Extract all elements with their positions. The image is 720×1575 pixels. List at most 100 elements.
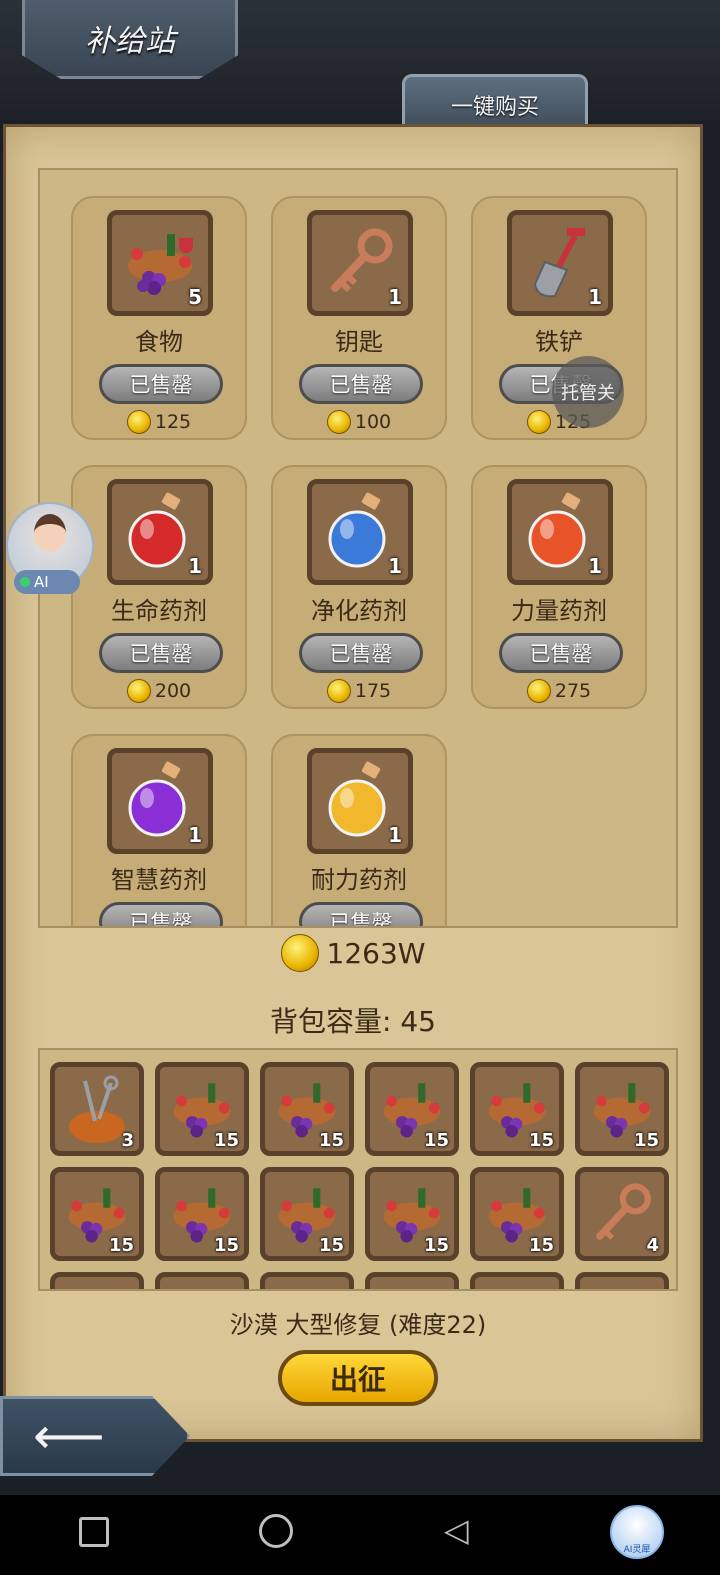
bag-slot[interactable]: 15 — [155, 1167, 249, 1261]
ai-tag-label: AI — [34, 573, 49, 591]
bag-slot[interactable]: 4 — [575, 1167, 669, 1261]
title-plate: 补给站 — [22, 0, 238, 79]
slot-qty: 15 — [423, 1130, 449, 1151]
back-triangle-icon[interactable]: ◁ — [444, 1511, 469, 1549]
shop-item-key[interactable]: 1 钥匙 已售罄 100 — [271, 196, 447, 440]
slot-qty: 15 — [213, 1235, 239, 1256]
item-qty: 1 — [388, 554, 402, 578]
go-button[interactable]: 出征 — [278, 1350, 438, 1406]
price-value: 200 — [154, 680, 192, 702]
bag-slot[interactable]: 15 — [365, 1062, 459, 1156]
ai-status-badge[interactable]: AI — [14, 570, 80, 594]
sold-out-button[interactable]: 已售罄 — [299, 633, 423, 673]
item-price: 100 — [273, 410, 445, 434]
bag-slot[interactable]: 3 — [50, 1062, 144, 1156]
bag-slot[interactable] — [155, 1272, 249, 1289]
ai-lingxi-icon[interactable]: AI灵犀 — [610, 1505, 664, 1559]
orange-potion-icon: 1 — [507, 479, 613, 585]
sold-out-button[interactable]: 已售罄 — [99, 364, 223, 404]
shop-item-life-potion[interactable]: 1 生命药剂 已售罄 200 — [71, 465, 247, 709]
home-icon[interactable] — [259, 1514, 293, 1548]
item-qty: 1 — [388, 285, 402, 309]
back-button[interactable]: ⟵ — [0, 1396, 190, 1476]
item-price: 125 — [73, 410, 245, 434]
coin-icon — [326, 410, 351, 434]
avatar-face — [34, 514, 66, 552]
price-value: 125 — [154, 411, 192, 433]
bag-slot[interactable] — [260, 1272, 354, 1289]
coin-icon — [126, 679, 151, 703]
slot-qty: 15 — [528, 1130, 554, 1151]
sold-out-button[interactable]: 已售罄 — [99, 902, 223, 926]
item-name: 耐力药剂 — [311, 866, 407, 894]
item-qty: 1 — [588, 285, 602, 309]
coin-icon — [326, 679, 351, 703]
item-qty: 1 — [188, 554, 202, 578]
red-potion-icon: 1 — [107, 479, 213, 585]
food-icon: 5 — [107, 210, 213, 316]
gold-total: 1263W — [0, 934, 706, 972]
sold-out-button[interactable]: 已售罄 — [499, 633, 623, 673]
bag-slot[interactable] — [575, 1272, 669, 1289]
slot-qty: 15 — [423, 1235, 449, 1256]
bag-slot[interactable]: 15 — [50, 1167, 144, 1261]
sold-out-button[interactable]: 已售罄 — [99, 633, 223, 673]
shop-item-strength-potion[interactable]: 1 力量药剂 已售罄 275 — [471, 465, 647, 709]
recent-apps-icon[interactable] — [79, 1517, 109, 1547]
shop-item-stamina-potion[interactable]: 1 耐力药剂 已售罄 — [271, 734, 447, 926]
item-qty: 1 — [188, 823, 202, 847]
nav-ai-label: AI灵犀 — [623, 1545, 651, 1555]
bag-capacity: 背包容量: 45 — [270, 1005, 436, 1038]
yellow-potion-icon: 1 — [307, 748, 413, 854]
arrow-left-icon: ⟵ — [33, 1407, 105, 1465]
slot-qty: 4 — [646, 1235, 659, 1256]
mission-info: 沙漠 大型修复 (难度22) — [229, 1311, 487, 1339]
slot-qty: 15 — [528, 1235, 554, 1256]
item-qty: 5 — [188, 285, 202, 309]
slot-qty: 15 — [213, 1130, 239, 1151]
slot-qty: 15 — [108, 1235, 134, 1256]
shop-item-purify-potion[interactable]: 1 净化药剂 已售罄 175 — [271, 465, 447, 709]
sold-out-button[interactable]: 已售罄 — [299, 902, 423, 926]
bag-slot[interactable] — [365, 1272, 459, 1289]
bag-slot[interactable]: 15 — [470, 1062, 564, 1156]
item-name: 净化药剂 — [311, 597, 407, 625]
coin-icon — [526, 410, 551, 434]
item-qty: 1 — [388, 823, 402, 847]
item-name: 铁铲 — [535, 328, 583, 356]
item-price: 200 — [73, 679, 245, 703]
shop-item-food[interactable]: 5 食物 已售罄 125 — [71, 196, 247, 440]
key-icon: 1 — [307, 210, 413, 316]
slot-qty: 3 — [121, 1130, 134, 1151]
item-name: 生命药剂 — [111, 597, 207, 625]
slot-qty: 15 — [318, 1130, 344, 1151]
bag-slot[interactable]: 15 — [260, 1167, 354, 1261]
auto-manage-toggle[interactable]: 托管关 — [552, 356, 624, 428]
bag-slot[interactable] — [470, 1272, 564, 1289]
item-name: 智慧药剂 — [111, 866, 207, 894]
bag-grid[interactable]: 3 15 15 15 15 15 15 15 15 15 15 4 — [38, 1048, 678, 1291]
bag-slot[interactable]: 15 — [470, 1167, 564, 1261]
price-value: 275 — [554, 680, 592, 702]
slot-qty: 15 — [318, 1235, 344, 1256]
item-qty: 1 — [588, 554, 602, 578]
bag-slot[interactable] — [50, 1272, 144, 1289]
shovel-icon: 1 — [507, 210, 613, 316]
item-name: 力量药剂 — [511, 597, 607, 625]
page-title: 补给站 — [85, 24, 175, 59]
buy-all-label: 一键购买 — [450, 95, 539, 120]
sold-out-button[interactable]: 已售罄 — [299, 364, 423, 404]
purple-potion-icon: 1 — [107, 748, 213, 854]
bag-slot[interactable]: 15 — [575, 1062, 669, 1156]
gold-amount: 1263W — [326, 936, 426, 970]
bag-slot[interactable]: 15 — [260, 1062, 354, 1156]
bag-slot[interactable]: 15 — [155, 1062, 249, 1156]
bag-slot[interactable]: 15 — [365, 1167, 459, 1261]
price-value: 100 — [354, 411, 392, 433]
item-price: 175 — [273, 679, 445, 703]
item-price: 275 — [473, 679, 645, 703]
price-value: 175 — [354, 680, 392, 702]
blue-potion-icon: 1 — [307, 479, 413, 585]
shop-grid[interactable]: 5 食物 已售罄 125 1 钥匙 已售罄 100 1 铁铲 1 生命药剂 已售… — [38, 168, 678, 928]
shop-item-wisdom-potion[interactable]: 1 智慧药剂 已售罄 — [71, 734, 247, 926]
